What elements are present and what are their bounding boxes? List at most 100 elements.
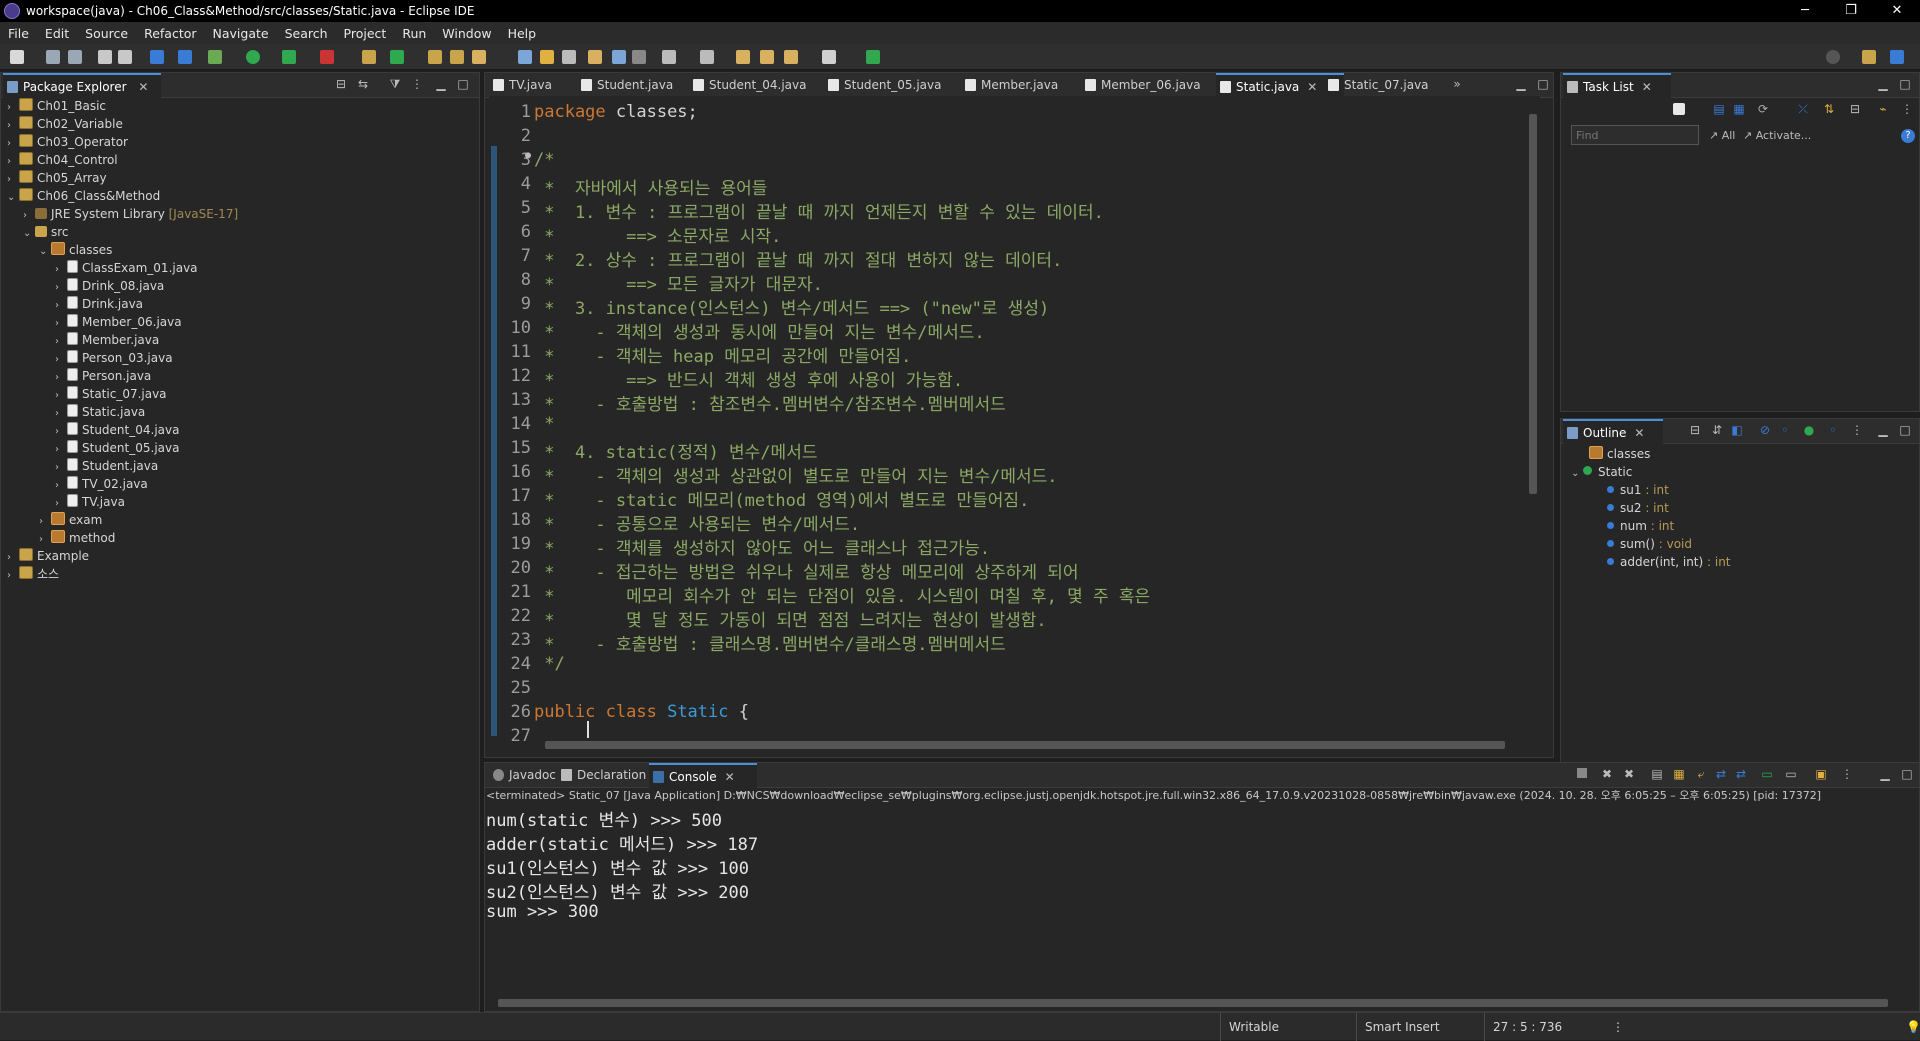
- minimize-view-icon[interactable]: ▁: [1877, 424, 1889, 436]
- tab-editor[interactable]: Member.java: [961, 73, 1091, 97]
- java-perspective-icon[interactable]: [1890, 50, 1904, 64]
- maximize-view-icon[interactable]: □: [1899, 424, 1911, 436]
- activate-link[interactable]: ↗ Activate...: [1743, 129, 1811, 142]
- outline-member[interactable]: num : int: [1607, 517, 1674, 535]
- minimize-view-icon[interactable]: ▁: [1879, 768, 1891, 780]
- tree-file[interactable]: › Member_06.java: [55, 313, 182, 331]
- sync-icon[interactable]: ⟳: [1757, 103, 1769, 115]
- filter-icon[interactable]: ⧩: [389, 78, 401, 90]
- tree-project[interactable]: › Ch03_Operator: [7, 133, 128, 151]
- show-whitespace-icon[interactable]: [632, 50, 646, 64]
- close-button[interactable]: ✕: [1874, 0, 1920, 22]
- chevron-right-icon[interactable]: ›: [7, 567, 19, 585]
- maximize-button[interactable]: ❐: [1828, 0, 1874, 22]
- tab-task-list[interactable]: Task List ✕: [1563, 73, 1671, 99]
- sort-icon[interactable]: ⇵: [1711, 424, 1723, 436]
- new-java-project-icon[interactable]: [362, 50, 376, 64]
- tree-file[interactable]: › Student.java: [55, 457, 158, 475]
- tree-file[interactable]: › TV.java: [55, 493, 125, 511]
- display-console-icon[interactable]: ▭: [1785, 768, 1797, 780]
- tree-file[interactable]: › ClassExam_01.java: [55, 259, 198, 277]
- code-editor[interactable]: 1 2 3 4 5 6 7 8 9 10 11 12 13 14 15 16 17 18 19 20 21 22 23 24 2…: [489, 96, 1533, 746]
- close-icon[interactable]: ✕: [138, 80, 148, 94]
- tab-overflow-icon[interactable]: »: [1451, 78, 1463, 90]
- new-class-icon[interactable]: [390, 50, 404, 64]
- hide-nonpublic-icon[interactable]: ◦: [1779, 424, 1791, 436]
- menu-source[interactable]: Source: [77, 26, 136, 41]
- hide-completed-icon[interactable]: ⤫: [1797, 103, 1809, 115]
- tab-console[interactable]: Console ✕: [649, 763, 757, 789]
- show-on-stdout-icon[interactable]: ⇄: [1715, 768, 1727, 780]
- tree-package-classes[interactable]: ⌄ classes: [39, 241, 112, 259]
- menu-edit[interactable]: Edit: [37, 26, 77, 41]
- outline-class[interactable]: ⌄ Static: [1571, 463, 1632, 481]
- scrollbar-thumb[interactable]: [545, 741, 1505, 749]
- terminate-icon[interactable]: [1577, 768, 1587, 778]
- lightbulb-icon[interactable]: 💡: [1898, 1013, 1920, 1041]
- link-icon[interactable]: ⌁: [1877, 103, 1889, 115]
- block-select-icon[interactable]: [562, 50, 576, 64]
- new-icon[interactable]: [10, 50, 24, 64]
- fold-marker-icon[interactable]: ●: [525, 150, 533, 161]
- forward-icon[interactable]: [822, 50, 836, 64]
- forward-edit-icon[interactable]: [760, 50, 774, 64]
- view-menu-icon[interactable]: ⋮: [1901, 103, 1913, 115]
- tab-editor[interactable]: Member_06.java: [1081, 73, 1226, 97]
- menu-file[interactable]: File: [0, 26, 37, 41]
- show-on-stderr-icon[interactable]: ⇄: [1735, 768, 1747, 780]
- minimize-button[interactable]: ─: [1782, 0, 1828, 22]
- categorize-icon[interactable]: ▤: [1713, 103, 1725, 115]
- chevron-down-icon[interactable]: ⌄: [39, 243, 51, 261]
- chevron-down-icon[interactable]: ⌄: [7, 189, 19, 207]
- view-menu-icon[interactable]: ⋮: [1841, 768, 1853, 780]
- outline-member[interactable]: su1 : int: [1607, 481, 1669, 499]
- scheduled-icon[interactable]: ▦: [1733, 103, 1745, 115]
- pin-editor-icon[interactable]: [866, 50, 880, 64]
- toggle-mark-icon[interactable]: [588, 50, 602, 64]
- minimize-view-icon[interactable]: ▁: [1877, 78, 1889, 90]
- tree-project[interactable]: › Ch05_Array: [7, 169, 107, 187]
- search-icon[interactable]: [1826, 50, 1840, 64]
- next-annotation-icon[interactable]: [662, 50, 676, 64]
- open-perspective-icon[interactable]: [1862, 50, 1876, 64]
- status-menu-icon[interactable]: ⋮: [1604, 1013, 1632, 1041]
- tab-editor[interactable]: Student_04.java: [689, 73, 839, 97]
- search-tool-icon[interactable]: [472, 50, 486, 64]
- coverage-icon[interactable]: [282, 50, 296, 64]
- open-type-icon[interactable]: [428, 50, 442, 64]
- outline-member[interactable]: su2 : int: [1607, 499, 1669, 517]
- tab-editor[interactable]: Static_07.java: [1324, 73, 1456, 97]
- chevron-down-icon[interactable]: ⌄: [1571, 465, 1583, 483]
- prev-annotation-icon[interactable]: [700, 50, 714, 64]
- tree-file[interactable]: › Person_03.java: [55, 349, 173, 367]
- tab-editor[interactable]: Student_05.java: [824, 73, 974, 97]
- terminal-icon[interactable]: [150, 50, 164, 64]
- editor-vertical-scrollbar[interactable]: [1526, 96, 1540, 736]
- remove-launch-icon[interactable]: ✖: [1601, 768, 1613, 780]
- console-vertical-scrollbar[interactable]: [1904, 806, 1918, 994]
- tree-project[interactable]: › Ch02_Variable: [7, 115, 123, 133]
- tree-project[interactable]: › 소스: [7, 565, 59, 583]
- tree-file[interactable]: › Student_05.java: [55, 439, 179, 457]
- tree-project[interactable]: › Example: [7, 547, 89, 565]
- menu-run[interactable]: Run: [394, 26, 434, 41]
- menu-project[interactable]: Project: [336, 26, 395, 41]
- chevron-down-icon[interactable]: ⌄: [23, 225, 35, 243]
- save-icon[interactable]: [46, 50, 60, 64]
- tree-package-exam[interactable]: › exam: [39, 511, 102, 529]
- redo-icon[interactable]: [118, 50, 132, 64]
- menu-window[interactable]: Window: [434, 26, 499, 41]
- menu-help[interactable]: Help: [500, 26, 545, 41]
- hide-inherited-icon[interactable]: ◦: [1827, 424, 1839, 436]
- new-task-icon[interactable]: [1673, 103, 1685, 115]
- close-icon[interactable]: ✕: [1307, 80, 1317, 94]
- maximize-view-icon[interactable]: □: [1537, 78, 1549, 90]
- tree-file[interactable]: › Student_04.java: [55, 421, 179, 439]
- task-find-input[interactable]: [1571, 125, 1699, 145]
- help-icon[interactable]: ?: [1901, 129, 1915, 143]
- tree-file[interactable]: › Drink.java: [55, 295, 143, 313]
- tree-src-folder[interactable]: ⌄ src: [23, 223, 69, 241]
- link-editor-icon[interactable]: ⇆: [357, 78, 369, 90]
- outline-member[interactable]: adder(int, int) : int: [1607, 553, 1731, 571]
- hide-local-types-icon[interactable]: ●: [1803, 424, 1815, 436]
